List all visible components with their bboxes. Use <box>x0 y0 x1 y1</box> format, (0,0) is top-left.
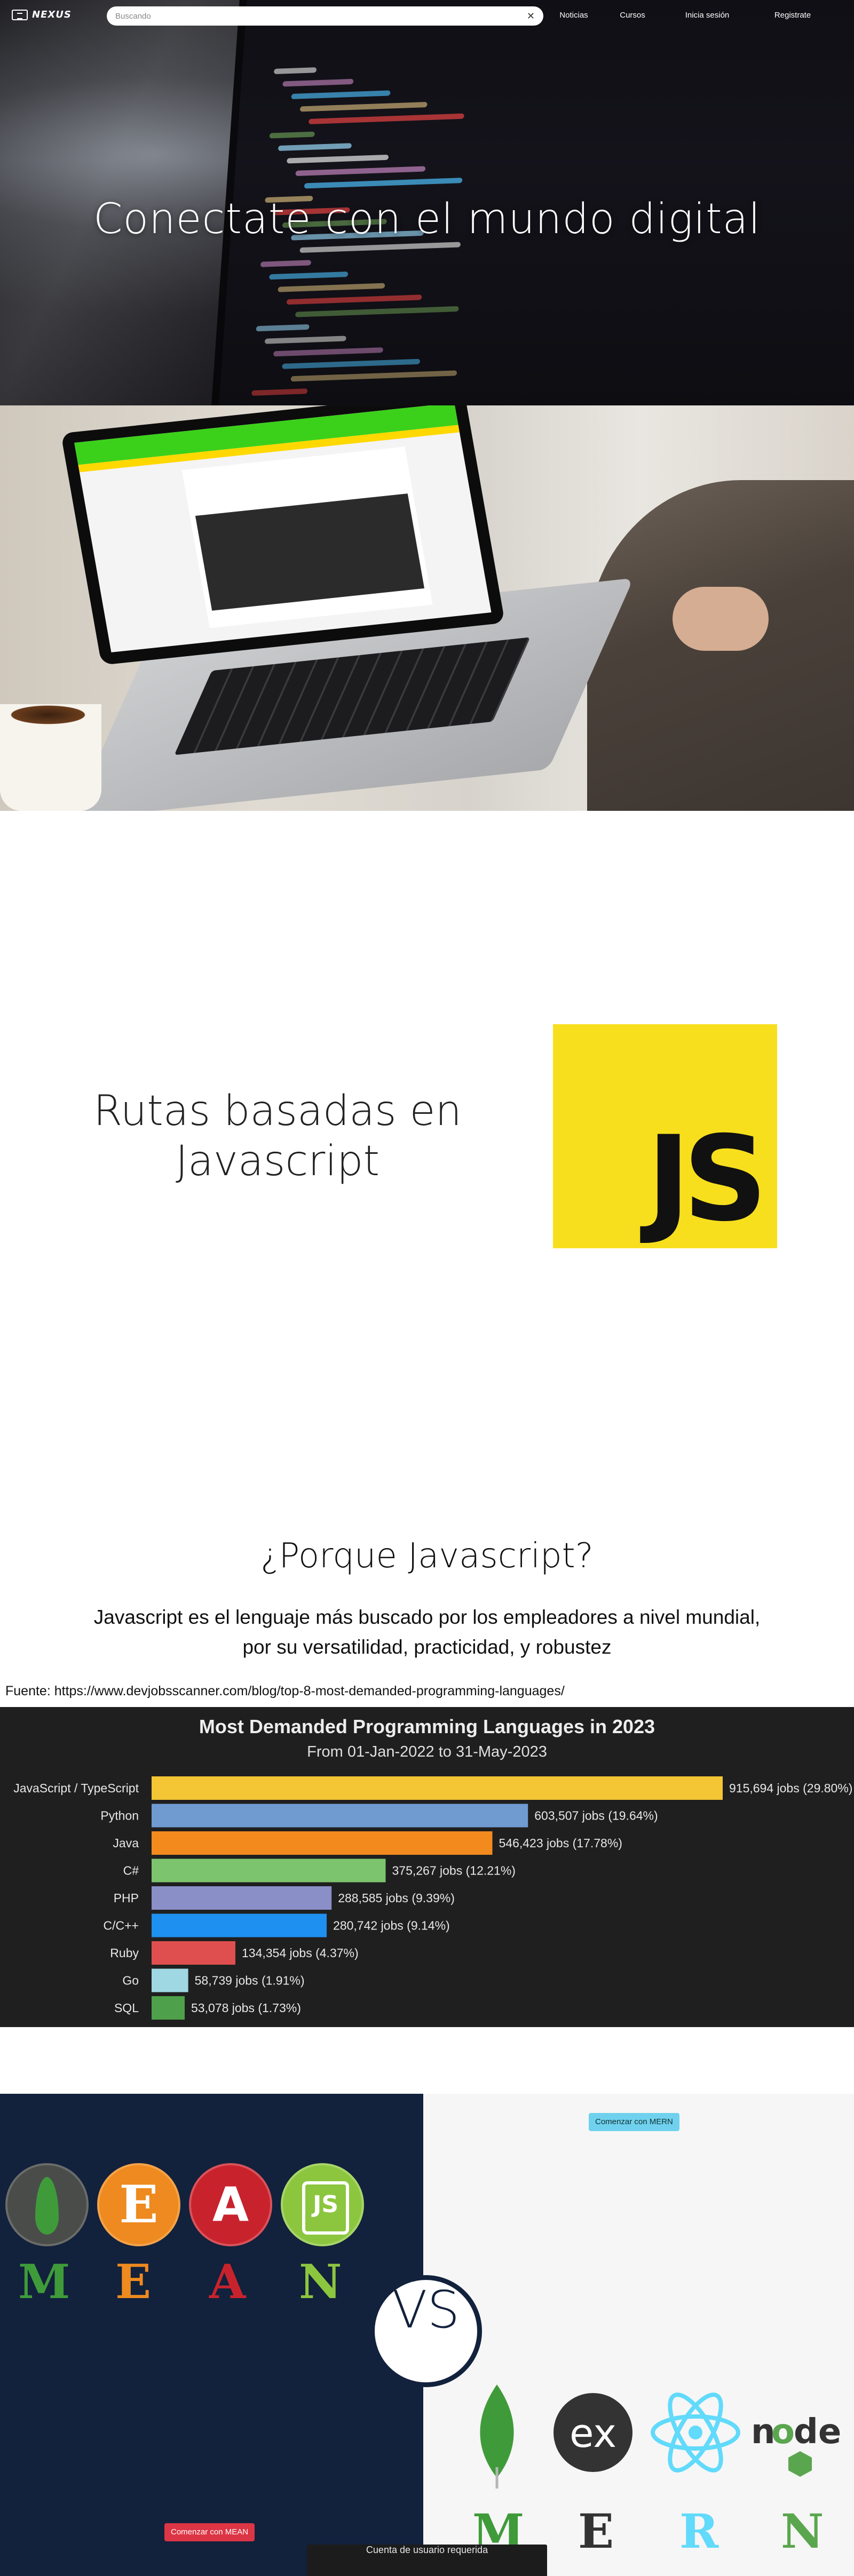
brand-name: NEXUS <box>32 9 72 20</box>
versus-badge: VS <box>370 2275 482 2387</box>
mongodb-icon <box>5 2163 89 2246</box>
mern-panel: Comenzar con MERN ex n o de M E R N <box>423 2094 854 2576</box>
why-title: ¿Porque Javascript? <box>260 1536 594 1576</box>
mean-letter-n: N <box>299 2254 342 2309</box>
chart-value-label: 134,354 jobs (4.37%) <box>242 1946 359 1960</box>
chart-value-label: 58,739 jobs (1.91%) <box>195 1974 305 1988</box>
chart-bar <box>152 1913 327 1937</box>
top-navbar: NEXUS ✕ Noticias Cursos Inicia sesión Re… <box>0 0 854 32</box>
chart-bar <box>152 1831 493 1855</box>
rutas-section: Rutas basadas en Javascript JS <box>0 811 854 1451</box>
mean-letter-m: M <box>18 2254 70 2309</box>
rutas-title-line2: Javascript <box>175 1137 380 1185</box>
login-required-toast: Cuenta de usuario requerida <box>307 2545 547 2576</box>
brand-logo[interactable]: NEXUS <box>12 9 72 20</box>
chart-category-label: C# <box>123 1864 139 1878</box>
react-icon <box>651 2392 740 2473</box>
person-hand <box>673 587 769 651</box>
laptop-photo <box>0 405 854 811</box>
angular-icon <box>189 2163 272 2246</box>
hero-banner: Conectate con el mundo digital <box>0 0 854 405</box>
chart-category-label: C/C++ <box>104 1919 139 1933</box>
rutas-title: Rutas basadas en Javascript <box>64 1086 491 1186</box>
chart-value-label: 915,694 jobs (29.80%) <box>729 1781 852 1795</box>
chart-category-label: JavaScript / TypeScript <box>13 1781 139 1795</box>
nav-link-cursos[interactable]: Cursos <box>603 11 662 20</box>
stack-comparison: E M E A N Comenzar con MEAN Comenzar con… <box>0 2094 854 2576</box>
mern-letter-n: N <box>781 2503 824 2559</box>
laptop-screen <box>60 405 505 665</box>
mongodb-leaf-icon <box>480 2384 514 2489</box>
svg-text:de: de <box>794 2412 841 2452</box>
chart-bar <box>152 1804 528 1828</box>
nodejs-icon: n o de <box>751 2412 841 2477</box>
chart-value-label: 546,423 jobs (17.78%) <box>499 1836 622 1850</box>
chart-value-label: 375,267 jobs (12.21%) <box>392 1864 516 1878</box>
javascript-logo[interactable]: JS <box>553 1024 777 1248</box>
start-mean-button[interactable]: Comenzar con MEAN <box>164 2523 255 2541</box>
nav-link-noticias[interactable]: Noticias <box>544 11 603 20</box>
chart-value-label: 280,742 jobs (9.14%) <box>333 1919 450 1933</box>
chart-bar <box>152 1886 332 1910</box>
svg-text:ex: ex <box>570 2411 616 2457</box>
chart-bar <box>152 1941 235 1965</box>
chart-value-label: 603,507 jobs (19.64%) <box>534 1809 658 1823</box>
chart-bar <box>152 1859 386 1883</box>
chart-category-label: Go <box>122 1974 139 1988</box>
chart-category-label: Ruby <box>110 1946 139 1960</box>
chart-value-label: 53,078 jobs (1.73%) <box>191 2001 301 2015</box>
nav-links: Noticias Cursos Inicia sesión Registrate <box>544 11 833 20</box>
javascript-logo-text: JS <box>646 1111 768 1247</box>
coffee-mug <box>0 704 101 811</box>
chart-category-label: SQL <box>114 2001 139 2015</box>
mean-panel: E M E A N Comenzar con MEAN <box>0 2094 423 2576</box>
monitor-icon <box>12 9 28 20</box>
nodejs-icon <box>281 2163 364 2246</box>
laptop-webpage <box>74 405 492 652</box>
chart-plot: JavaScript / TypeScript 915,694 jobs (29.… <box>13 1776 852 2020</box>
mern-letter-e: E <box>578 2503 614 2559</box>
chart-category-label: PHP <box>114 1891 139 1905</box>
nav-link-register[interactable]: Registrate <box>753 11 833 20</box>
mern-letter-r: R <box>679 2503 719 2559</box>
chart-bar <box>152 1776 723 1800</box>
svg-text:o: o <box>771 2412 795 2452</box>
source-citation: Fuente: https://www.devjobsscanner.com/b… <box>5 1684 565 1698</box>
chart-category-label: Python <box>100 1809 139 1823</box>
why-description: Javascript es el lenguaje más buscado po… <box>93 1606 761 1658</box>
nav-link-login[interactable]: Inicia sesión <box>662 11 753 20</box>
mean-letter-e: E <box>115 2254 152 2309</box>
rutas-title-line1: Rutas basadas en <box>93 1087 462 1135</box>
chart-category-label: Java <box>113 1836 139 1850</box>
search-bar: ✕ <box>107 6 543 26</box>
express-icon: ex <box>553 2393 632 2472</box>
chart-bar <box>152 1996 185 2020</box>
search-input[interactable] <box>115 11 527 21</box>
languages-chart: Most Demanded Programming Languages in 2… <box>0 1707 854 2027</box>
chart-bar <box>152 1968 188 1992</box>
clear-search-icon[interactable]: ✕ <box>527 11 535 22</box>
express-icon: E <box>97 2163 180 2246</box>
hero-title: Conectate con el mundo digital <box>93 195 761 243</box>
chart-value-label: 288,585 jobs (9.39%) <box>338 1891 455 1905</box>
mean-letter-a: A <box>209 2254 246 2309</box>
